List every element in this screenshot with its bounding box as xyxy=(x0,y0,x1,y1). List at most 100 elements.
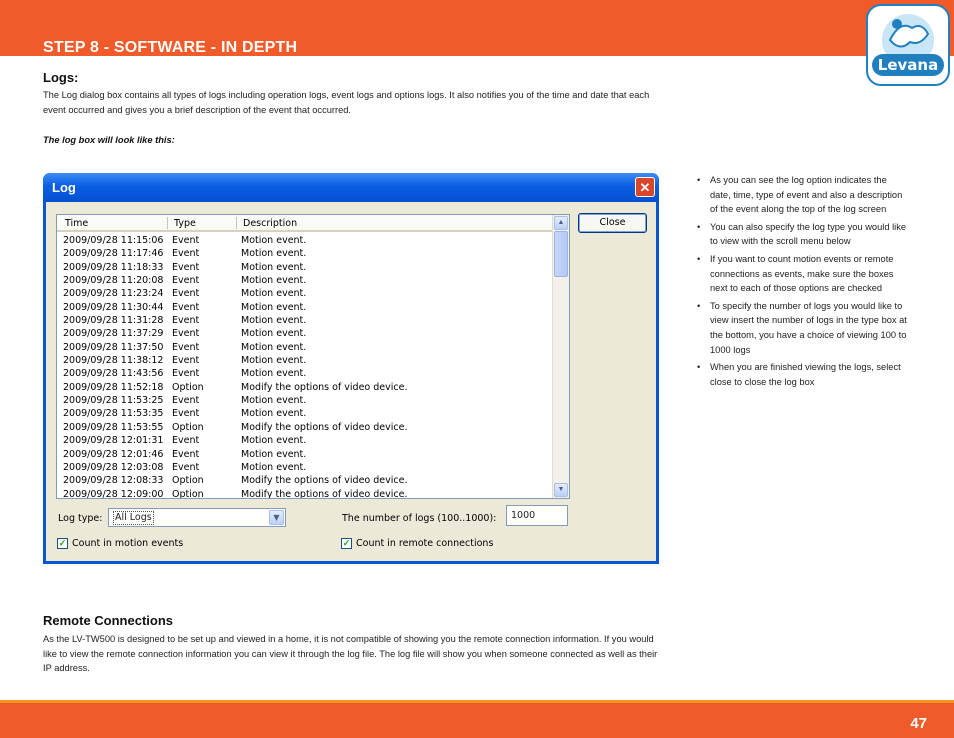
cell-description: Motion event. xyxy=(241,235,307,246)
cell-type: Event xyxy=(172,435,200,447)
logs-description: The Log dialog box contains all types of… xyxy=(43,90,650,115)
cell-description: Motion event. xyxy=(241,341,307,353)
log-list-scrollbar[interactable]: ▲ ▼ xyxy=(552,215,569,498)
log-type-label: Log type: xyxy=(58,513,103,524)
list-item: • To specify the number of logs you would… xyxy=(696,299,910,357)
cell-time: 2009/09/28 11:43:56 xyxy=(63,368,164,380)
cell-time: 2009/09/28 12:01:46 xyxy=(63,448,164,460)
cell-type: Event xyxy=(172,235,200,246)
cell-description: Modify the options of video device. xyxy=(241,381,408,393)
table-row[interactable]: 2009/09/28 11:20:08 Event Motion event. xyxy=(57,274,554,287)
scroll-thumb[interactable] xyxy=(554,231,568,277)
log-type-select[interactable]: All Logs ▼ xyxy=(108,508,286,527)
list-item-text: To specify the number of logs you would … xyxy=(710,300,907,355)
footer-bar xyxy=(0,703,954,738)
cell-time: 2009/09/28 11:23:24 xyxy=(63,288,164,300)
list-item: • As you can see the log option indicates… xyxy=(696,173,910,217)
cell-type: Event xyxy=(172,448,200,460)
cell-description: Motion event. xyxy=(241,301,307,313)
num-logs-input[interactable]: 1000 xyxy=(506,505,568,526)
table-row[interactable]: 2009/09/28 11:53:35 Event Motion event. xyxy=(57,407,554,420)
close-button[interactable]: Close xyxy=(578,213,647,233)
dialog-body: Time Type Description 2009/09/28 11:15:0… xyxy=(46,202,656,561)
table-row[interactable]: 2009/09/28 11:15:06 Event Motion event. xyxy=(57,234,554,247)
cell-type: Option xyxy=(172,488,204,499)
log-list-header: Time Type Description xyxy=(57,215,554,232)
num-logs-label: The number of logs (100..1000): xyxy=(342,513,497,524)
logo-text: Levana xyxy=(878,56,938,74)
list-item: • You can also specify the log type you w… xyxy=(696,220,910,249)
cell-type: Event xyxy=(172,355,200,367)
list-item-text: As you can see the log option indicates … xyxy=(710,175,903,215)
cell-type: Option xyxy=(172,475,204,487)
table-row[interactable]: 2009/09/28 11:37:50 Event Motion event. xyxy=(57,341,554,354)
log-list[interactable]: Time Type Description 2009/09/28 11:15:0… xyxy=(56,214,570,499)
scroll-down-icon[interactable]: ▼ xyxy=(554,483,568,497)
cell-time: 2009/09/28 12:08:33 xyxy=(63,475,164,487)
table-row[interactable]: 2009/09/28 11:30:44 Event Motion event. xyxy=(57,301,554,314)
table-row[interactable]: 2009/09/28 11:52:18 Option Modify the opti… xyxy=(57,381,554,394)
cell-description: Motion event. xyxy=(241,248,307,260)
cell-time: 2009/09/28 11:17:46 xyxy=(63,248,164,260)
table-row[interactable]: 2009/09/28 11:17:46 Event Motion event. xyxy=(57,247,554,260)
levana-logo: Levana xyxy=(866,4,950,86)
count-remote-checkbox[interactable]: ✓ xyxy=(341,538,352,549)
cell-description: Motion event. xyxy=(241,328,307,340)
cell-time: 2009/09/28 11:53:25 xyxy=(63,395,164,407)
cell-type: Event xyxy=(172,248,200,260)
list-item: • If you want to count motion events or r… xyxy=(696,252,910,296)
cell-time: 2009/09/28 11:53:35 xyxy=(63,408,164,420)
table-row[interactable]: 2009/09/28 11:53:55 Option Modify the opti… xyxy=(57,421,554,434)
column-header-time[interactable]: Time xyxy=(65,218,88,229)
column-header-type[interactable]: Type xyxy=(174,218,196,229)
cell-description: Motion event. xyxy=(241,448,307,460)
dialog-titlebar[interactable]: Log ✕ xyxy=(43,173,659,202)
table-row[interactable]: 2009/09/28 12:01:46 Event Motion event. xyxy=(57,448,554,461)
instruction-list: • As you can see the log option indicates… xyxy=(696,173,910,392)
cell-type: Event xyxy=(172,275,200,287)
table-row[interactable]: 2009/09/28 11:37:29 Event Motion event. xyxy=(57,327,554,340)
table-row[interactable]: 2009/09/28 11:53:25 Event Motion event. xyxy=(57,394,554,407)
table-row[interactable]: 2009/09/28 12:09:00 Option Modify the opti… xyxy=(57,488,554,499)
count-motion-checkbox[interactable]: ✓ xyxy=(57,538,68,549)
scroll-up-icon[interactable]: ▲ xyxy=(554,216,568,230)
table-row[interactable]: 2009/09/28 11:43:56 Event Motion event. xyxy=(57,367,554,380)
cell-time: 2009/09/28 11:37:50 xyxy=(63,341,164,353)
cell-description: Motion event. xyxy=(241,461,307,473)
cell-description: Modify the options of video device. xyxy=(241,421,408,433)
column-header-description[interactable]: Description xyxy=(243,218,297,229)
log-dialog-window: Log ✕ Time Type Description 2009/09/28 1… xyxy=(43,173,659,564)
cell-description: Motion event. xyxy=(241,288,307,300)
cell-description: Motion event. xyxy=(241,275,307,287)
close-icon[interactable]: ✕ xyxy=(635,177,655,197)
table-row[interactable]: 2009/09/28 11:38:12 Event Motion event. xyxy=(57,354,554,367)
cell-description: Motion event. xyxy=(241,315,307,327)
cell-time: 2009/09/28 11:30:44 xyxy=(63,301,164,313)
chevron-down-icon[interactable]: ▼ xyxy=(269,510,284,525)
cell-time: 2009/09/28 12:09:00 xyxy=(63,488,164,499)
count-motion-label: Count in motion events xyxy=(72,538,184,549)
cell-description: Modify the options of video device. xyxy=(241,488,408,499)
cell-time: 2009/09/28 12:01:31 xyxy=(63,435,164,447)
table-row[interactable]: 2009/09/28 12:01:31 Event Motion event. xyxy=(57,434,554,447)
cell-type: Event xyxy=(172,301,200,313)
bullet-icon: • xyxy=(697,253,701,264)
cell-description: Motion event. xyxy=(241,395,307,407)
cell-type: Event xyxy=(172,368,200,380)
table-row[interactable]: 2009/09/28 11:18:33 Event Motion event. xyxy=(57,261,554,274)
remote-description: As the LV-TW500 is designed to be set up… xyxy=(43,634,658,673)
cell-type: Event xyxy=(172,328,200,340)
cell-time: 2009/09/28 11:52:18 xyxy=(63,381,164,393)
cell-type: Event xyxy=(172,461,200,473)
logs-heading: Logs: xyxy=(43,70,79,85)
table-row[interactable]: 2009/09/28 11:31:28 Event Motion event. xyxy=(57,314,554,327)
list-item-text: If you want to count motion events or re… xyxy=(710,253,894,294)
table-row[interactable]: 2009/09/28 12:03:08 Event Motion event. xyxy=(57,461,554,474)
log-box-caption: The log box will look like this: xyxy=(43,135,175,145)
table-row[interactable]: 2009/09/28 12:08:33 Option Modify the opti… xyxy=(57,474,554,487)
cell-description: Motion event. xyxy=(241,355,307,367)
table-row[interactable]: 2009/09/28 11:23:24 Event Motion event. xyxy=(57,287,554,300)
cell-type: Option xyxy=(172,381,204,393)
page-title: STEP 8 - SOFTWARE - IN DEPTH xyxy=(43,39,298,56)
cell-description: Modify the options of video device. xyxy=(241,475,408,487)
